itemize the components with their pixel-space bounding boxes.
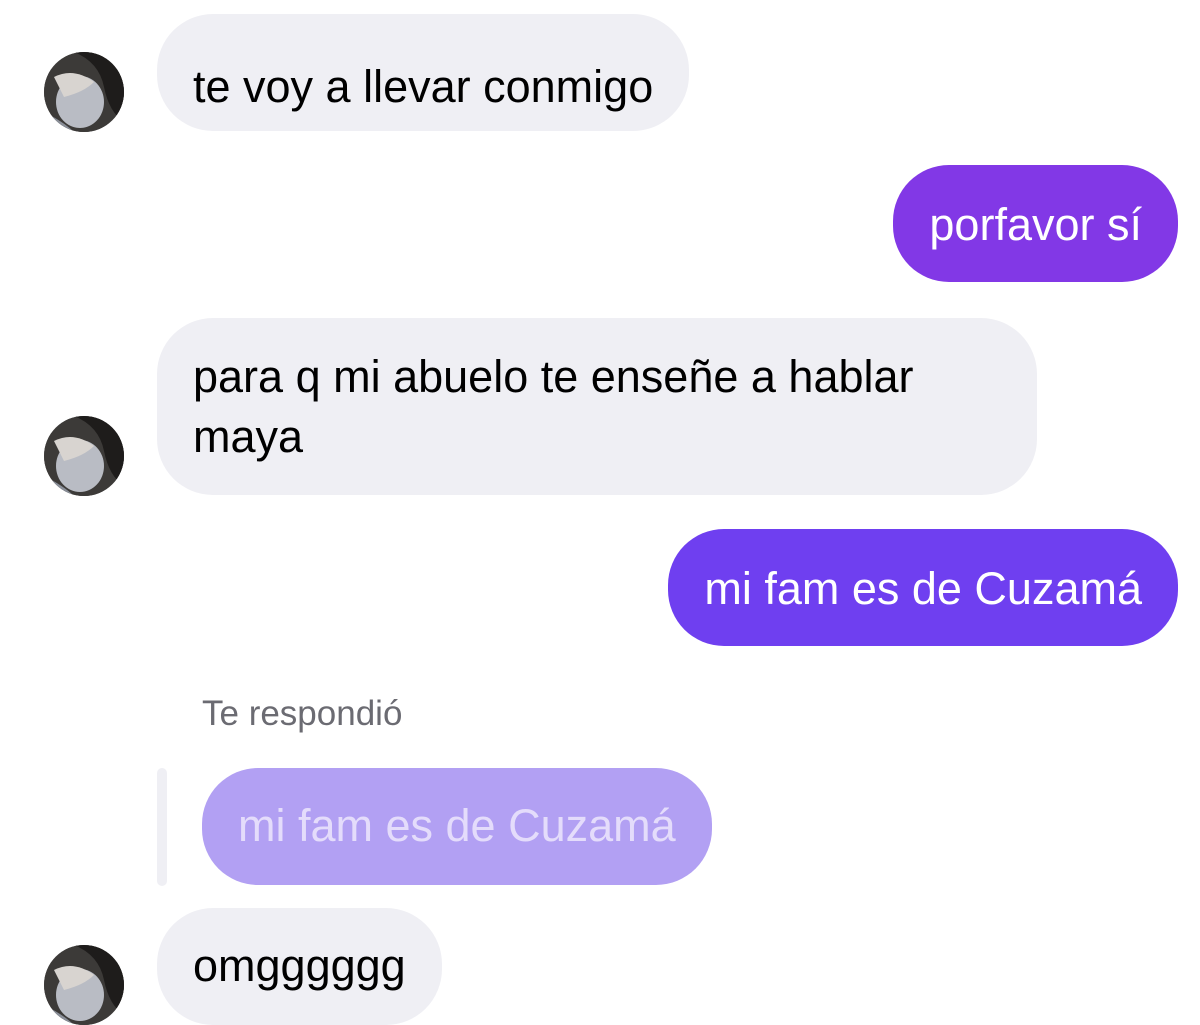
contact-avatar[interactable]	[44, 52, 124, 132]
incoming-message[interactable]: te voy a llevar conmigo	[157, 14, 690, 131]
contact-avatar[interactable]	[44, 416, 124, 496]
reply-label: Te respondió	[202, 694, 403, 733]
incoming-message[interactable]: para q mi abuelo te enseñe a hablar maya	[157, 318, 1037, 495]
incoming-message[interactable]: omgggggg	[157, 908, 442, 1025]
avatar-photo-icon	[44, 52, 124, 132]
reply-indicator-bar	[157, 768, 167, 886]
avatar-photo-icon	[44, 416, 124, 496]
contact-avatar[interactable]	[44, 945, 124, 1025]
quoted-message[interactable]: mi fam es de Cuzamá	[202, 768, 712, 885]
outgoing-message[interactable]: porfavor sí	[893, 165, 1178, 282]
outgoing-message[interactable]: mi fam es de Cuzamá	[668, 529, 1178, 646]
avatar-photo-icon	[44, 945, 124, 1025]
